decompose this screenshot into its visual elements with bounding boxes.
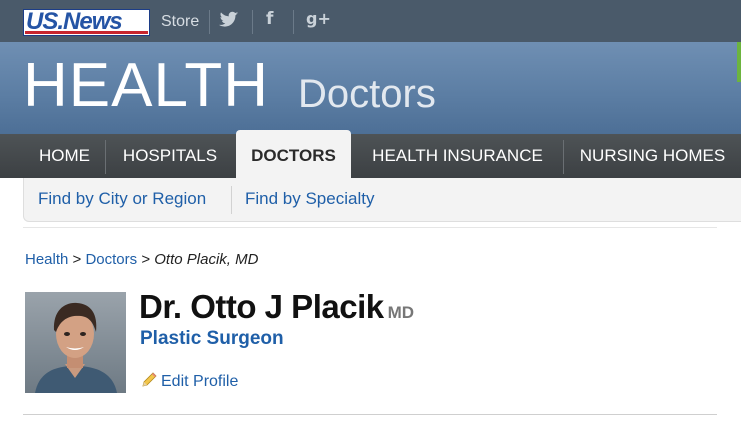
breadcrumb-current: Otto Placik, MD [154, 251, 259, 268]
divider-line [23, 414, 717, 415]
subnav-divider [231, 186, 232, 214]
edit-profile-label: Edit Profile [161, 373, 239, 390]
sub-nav: Find by City or Region Find by Specialty [23, 178, 741, 222]
accent-stripe [737, 42, 741, 82]
breadcrumb-doctors[interactable]: Doctors [85, 251, 137, 268]
store-link[interactable]: Store [161, 13, 199, 31]
pencil-icon [140, 371, 158, 394]
top-bar: US.News Store f g+ [0, 0, 741, 42]
section-title[interactable]: HEALTH [23, 50, 269, 122]
breadcrumb: Health > Doctors > Otto Placik, MD [25, 251, 258, 268]
doctor-name: Dr. Otto J Placik MD [139, 288, 414, 326]
twitter-icon[interactable] [219, 11, 239, 34]
logo-stripe [25, 31, 148, 34]
divider [209, 10, 210, 34]
credential-badge: MD [387, 303, 415, 322]
find-by-specialty-link[interactable]: Find by Specialty [245, 189, 374, 209]
nav-home[interactable]: HOME [24, 134, 105, 178]
nav-hospitals[interactable]: HOSPITALS [106, 134, 234, 178]
divider-line [23, 227, 717, 228]
edit-profile-link[interactable]: Edit Profile [140, 371, 238, 394]
nav-doctors[interactable]: DOCTORS [236, 130, 351, 178]
divider [293, 10, 294, 34]
google-plus-icon[interactable]: g+ [306, 9, 331, 28]
facebook-icon[interactable]: f [266, 9, 273, 29]
section-subtitle[interactable]: Doctors [298, 70, 436, 118]
doctor-photo [25, 292, 126, 393]
doctor-name-text: Dr. Otto J Placik [139, 288, 384, 325]
breadcrumb-separator: > [72, 251, 82, 268]
breadcrumb-health[interactable]: Health [25, 251, 68, 268]
doctor-specialty[interactable]: Plastic Surgeon [140, 328, 284, 350]
nav-nursing-homes[interactable]: NURSING HOMES [564, 134, 741, 178]
divider [252, 10, 253, 34]
find-by-city-link[interactable]: Find by City or Region [38, 189, 206, 209]
breadcrumb-separator: > [141, 251, 151, 268]
main-nav: HOME HOSPITALS DOCTORS HEALTH INSURANCE … [0, 130, 741, 178]
nav-health-insurance[interactable]: HEALTH INSURANCE [353, 134, 562, 178]
section-banner: HEALTH Doctors [0, 42, 741, 134]
usnews-logo[interactable]: US.News [23, 8, 150, 36]
